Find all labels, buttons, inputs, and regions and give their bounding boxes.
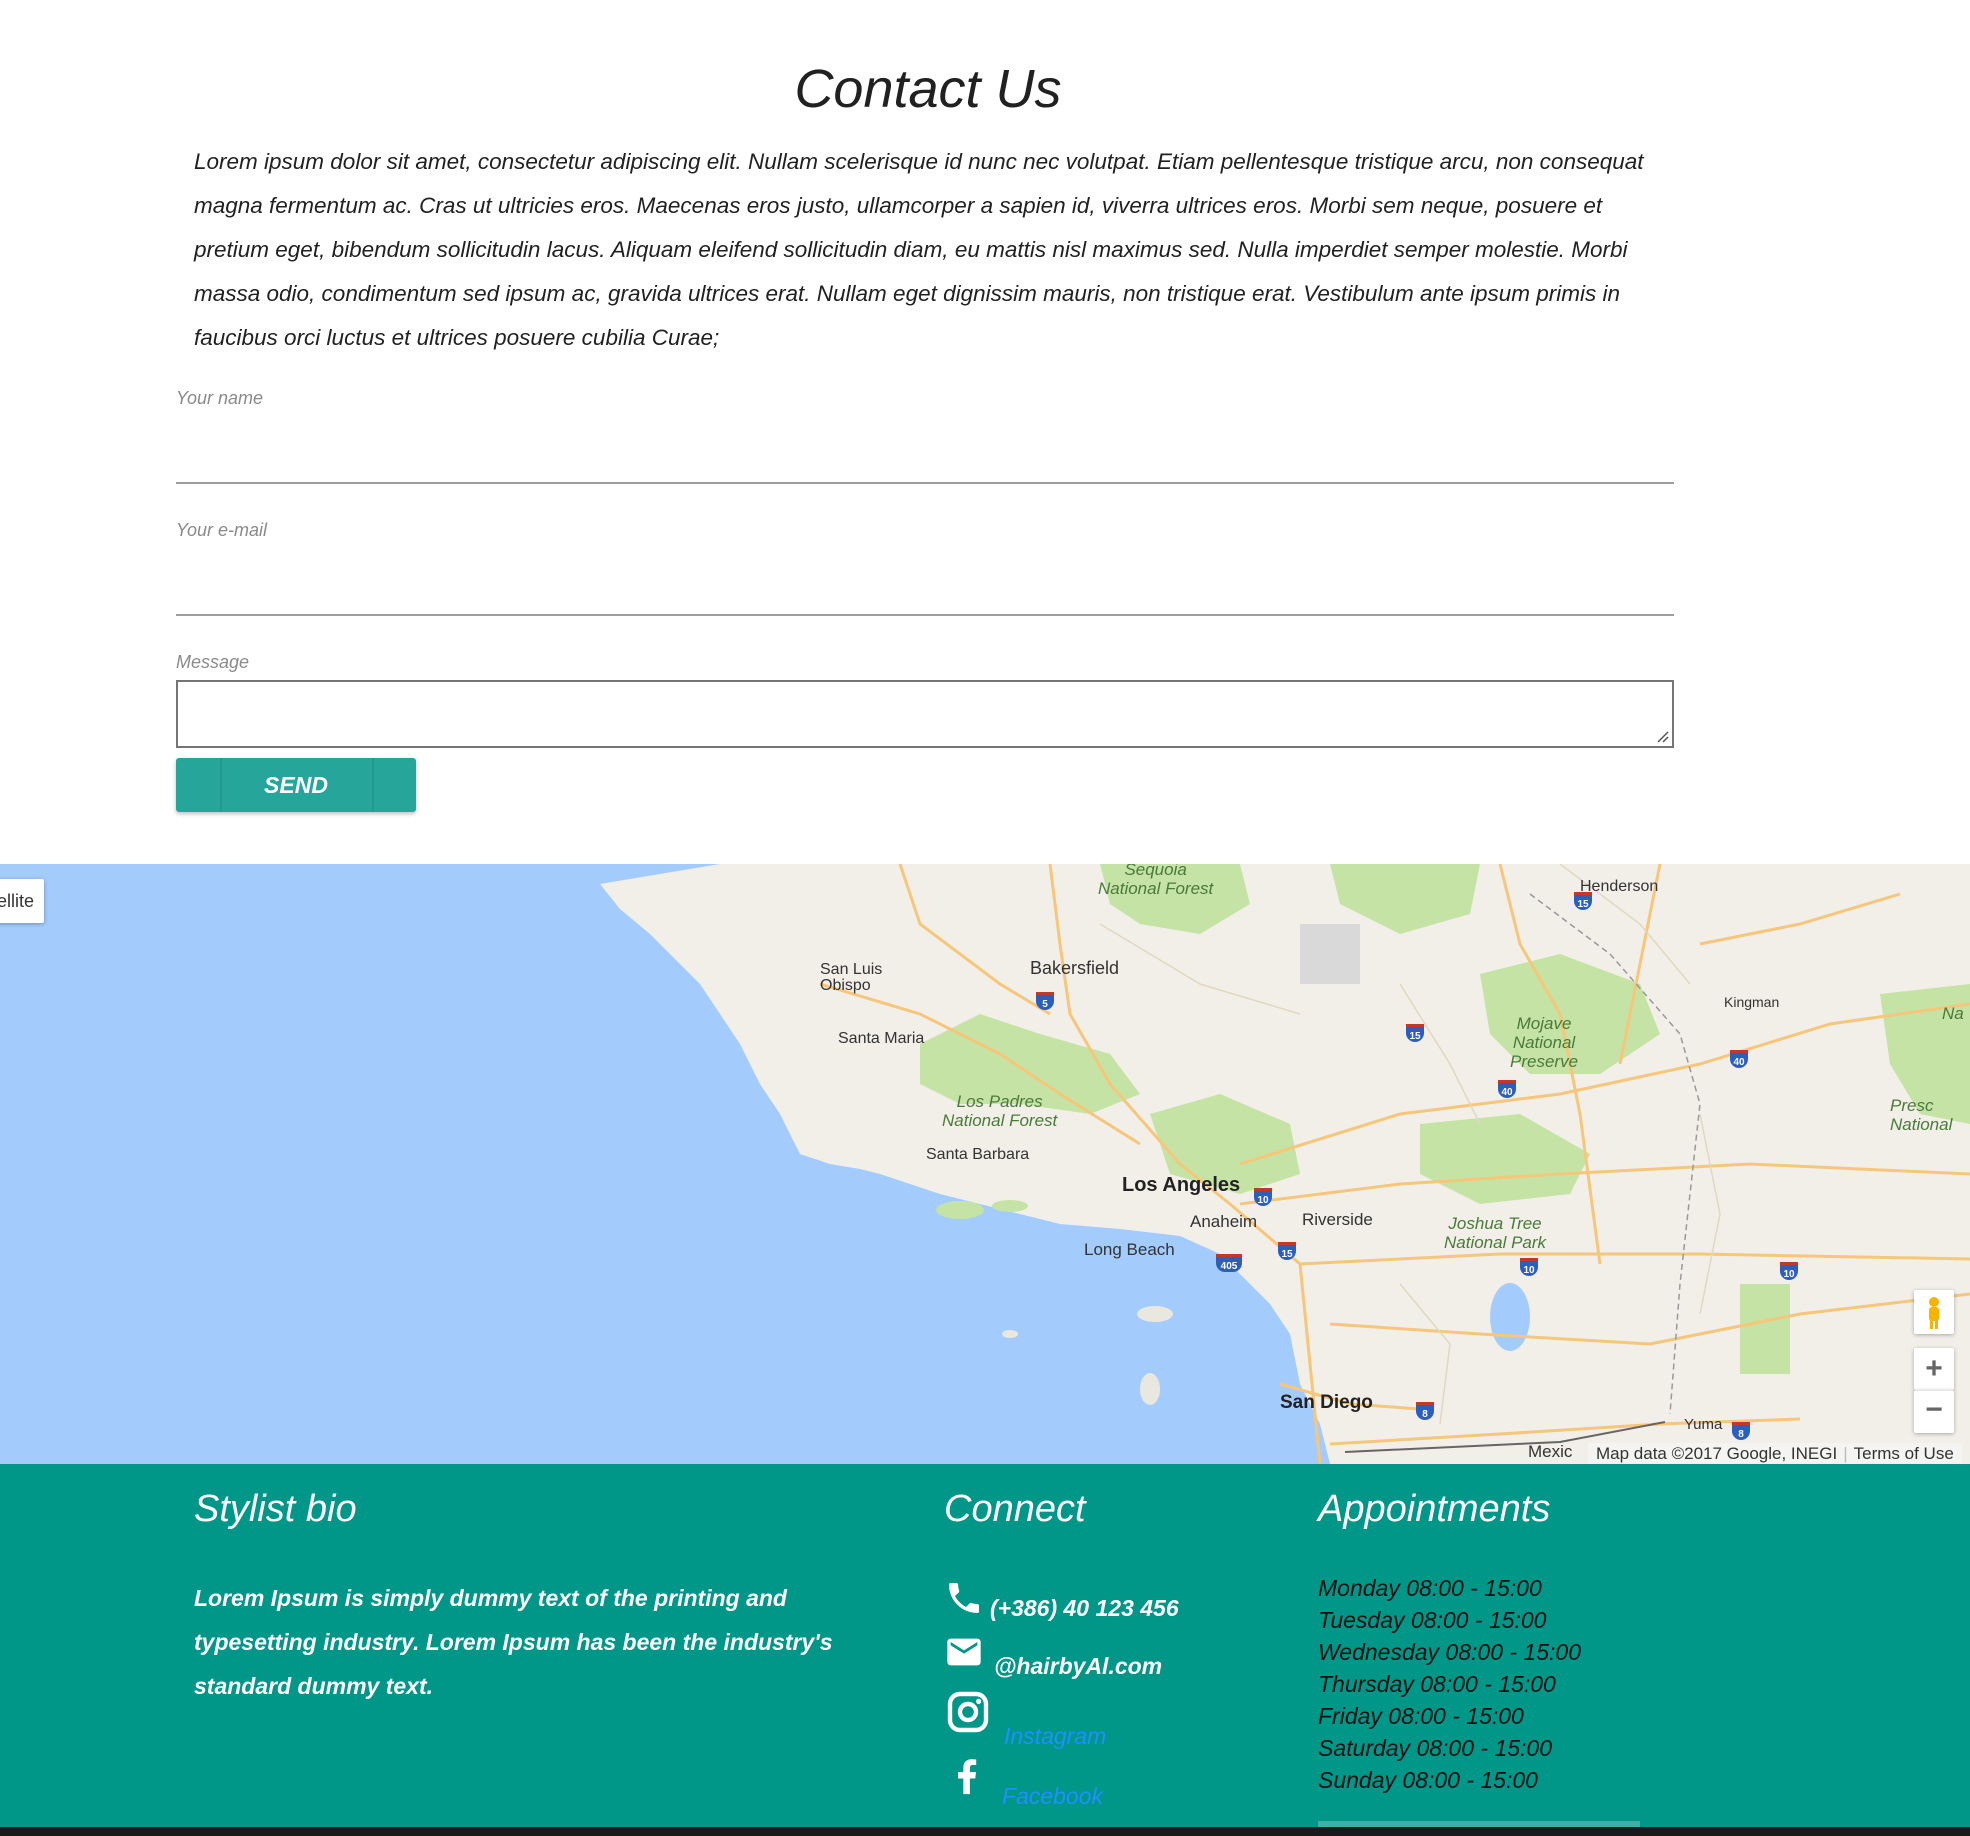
highway-shield: 15 bbox=[1574, 892, 1592, 910]
highway-shield: 40 bbox=[1730, 1050, 1748, 1068]
contact-section: Contact Us Lorem ipsum dolor sit amet, c… bbox=[0, 0, 1970, 864]
highway-shield: 40 bbox=[1498, 1080, 1516, 1098]
appointment-monday: Monday 08:00 - 15:00 bbox=[1318, 1575, 1542, 1601]
highway-shield: 5 bbox=[1036, 992, 1054, 1010]
appointments-title: Appointments bbox=[1318, 1488, 1551, 1530]
facebook-icon[interactable] bbox=[944, 1752, 990, 1798]
map-label-santa-barbara: Santa Barbara bbox=[926, 1146, 1030, 1163]
highway-shield: 15 bbox=[1406, 1024, 1424, 1042]
phone-row: (+386) 40 123 456 bbox=[944, 1578, 1179, 1621]
stylist-bio-title: Stylist bio bbox=[194, 1488, 357, 1530]
appointment-sunday: Sunday 08:00 - 15:00 bbox=[1318, 1767, 1538, 1793]
highway-shield: 10 bbox=[1254, 1188, 1272, 1206]
map-label-bakersfield: Bakersfield bbox=[1030, 958, 1120, 978]
map-tiles[interactable] bbox=[0, 864, 1970, 1464]
appointment-tuesday: Tuesday 08:00 - 15:00 bbox=[1318, 1607, 1547, 1633]
instagram-row: Instagram bbox=[944, 1688, 1106, 1749]
footer: Stylist bio Lorem Ipsum is simply dummy … bbox=[0, 1464, 1970, 1827]
message-textarea[interactable] bbox=[176, 680, 1674, 748]
map-label-riverside: Riverside bbox=[1302, 1210, 1373, 1229]
highway-shield: 10 bbox=[1520, 1258, 1538, 1276]
map-label-joshua-tree: Joshua Tree National Park bbox=[1444, 1214, 1547, 1252]
zoom-in-button[interactable]: + bbox=[1914, 1348, 1954, 1390]
contact-intro-text: Lorem ipsum dolor sit amet, consectetur … bbox=[194, 149, 1644, 350]
facebook-row: Facebook bbox=[944, 1752, 1103, 1809]
appointment-friday: Friday 08:00 - 15:00 bbox=[1318, 1703, 1524, 1729]
zoom-out-button[interactable]: − bbox=[1914, 1390, 1954, 1433]
instagram-link[interactable]: Instagram bbox=[1004, 1723, 1106, 1750]
email-address: @hairbyAl.com bbox=[994, 1653, 1163, 1679]
map-label-yuma: Yuma bbox=[1684, 1416, 1723, 1433]
mail-icon bbox=[947, 1638, 981, 1666]
phone-icon bbox=[949, 1583, 979, 1613]
map-label-mexicali: Mexic bbox=[1528, 1442, 1573, 1461]
map-label-prescott: Presc National bbox=[1890, 1096, 1953, 1134]
highway-shield: 15 bbox=[1278, 1242, 1296, 1260]
map-label-sequoia: Sequoia National Forest bbox=[1098, 864, 1214, 898]
name-input[interactable] bbox=[176, 440, 1674, 484]
map-data-credit: Map data ©2017 Google, INEGI bbox=[1596, 1444, 1838, 1463]
bottom-edge-bar bbox=[0, 1827, 1970, 1836]
contact-title: Contact Us bbox=[794, 59, 1062, 119]
facebook-link[interactable]: Facebook bbox=[1002, 1783, 1103, 1810]
highway-shield: 405 bbox=[1216, 1254, 1242, 1272]
resize-grip-icon[interactable] bbox=[1655, 729, 1669, 743]
highway-shield: 10 bbox=[1780, 1262, 1798, 1280]
map-label-los-angeles: Los Angeles bbox=[1122, 1174, 1241, 1196]
name-label: Your name bbox=[176, 388, 264, 408]
appointments-list: Monday 08:00 - 15:00 Tuesday 08:00 - 15:… bbox=[1318, 1572, 1581, 1796]
attribution-separator: | bbox=[1843, 1444, 1848, 1463]
map-label-san-diego: San Diego bbox=[1280, 1392, 1373, 1413]
appointment-saturday: Saturday 08:00 - 15:00 bbox=[1318, 1735, 1552, 1761]
pegman-icon bbox=[1929, 1297, 1939, 1329]
button-divider bbox=[220, 758, 222, 812]
send-button-label: SEND bbox=[264, 771, 328, 798]
send-button[interactable]: SEND bbox=[176, 758, 416, 812]
map-label-mojave: Mojave National Preserve bbox=[1510, 1014, 1579, 1071]
message-label: Message bbox=[176, 652, 250, 672]
phone-number: (+386) 40 123 456 bbox=[990, 1595, 1179, 1621]
map-type-satellite-button[interactable]: ellite bbox=[0, 879, 44, 923]
map-label-edge: Na bbox=[1942, 1004, 1964, 1023]
email-input[interactable] bbox=[176, 572, 1674, 616]
appointment-wednesday: Wednesday 08:00 - 15:00 bbox=[1318, 1639, 1581, 1665]
map-label-kingman: Kingman bbox=[1724, 994, 1780, 1010]
google-map[interactable]: Sequoia National Forest Henderson San Lu… bbox=[0, 864, 1970, 1464]
map-label-anaheim: Anaheim bbox=[1190, 1212, 1258, 1231]
stylist-bio-text: Lorem Ipsum is simply dummy text of the … bbox=[194, 1585, 833, 1699]
appointment-thursday: Thursday 08:00 - 15:00 bbox=[1318, 1671, 1556, 1697]
map-label-los-padres: Los Padres National Forest bbox=[942, 1092, 1058, 1130]
map-label-long-beach: Long Beach bbox=[1084, 1240, 1175, 1259]
highway-shield: 8 bbox=[1416, 1402, 1434, 1420]
map-attribution: Map data ©2017 Google, INEGI | Terms of Us… bbox=[1588, 1443, 1962, 1464]
street-view-pegman-button[interactable] bbox=[1914, 1290, 1954, 1334]
email-label: Your e-mail bbox=[176, 520, 268, 540]
connect-title: Connect bbox=[944, 1488, 1086, 1530]
terms-of-use-link[interactable]: Terms of Use bbox=[1854, 1444, 1954, 1463]
instagram-icon[interactable] bbox=[944, 1688, 992, 1736]
map-label-san-luis-obispo: San Luis Obispo bbox=[820, 961, 883, 994]
email-row: @hairbyAl.com bbox=[944, 1632, 1162, 1679]
map-label-santa-maria: Santa Maria bbox=[838, 1030, 925, 1047]
button-divider bbox=[372, 758, 374, 812]
highway-shield: 8 bbox=[1732, 1422, 1750, 1440]
